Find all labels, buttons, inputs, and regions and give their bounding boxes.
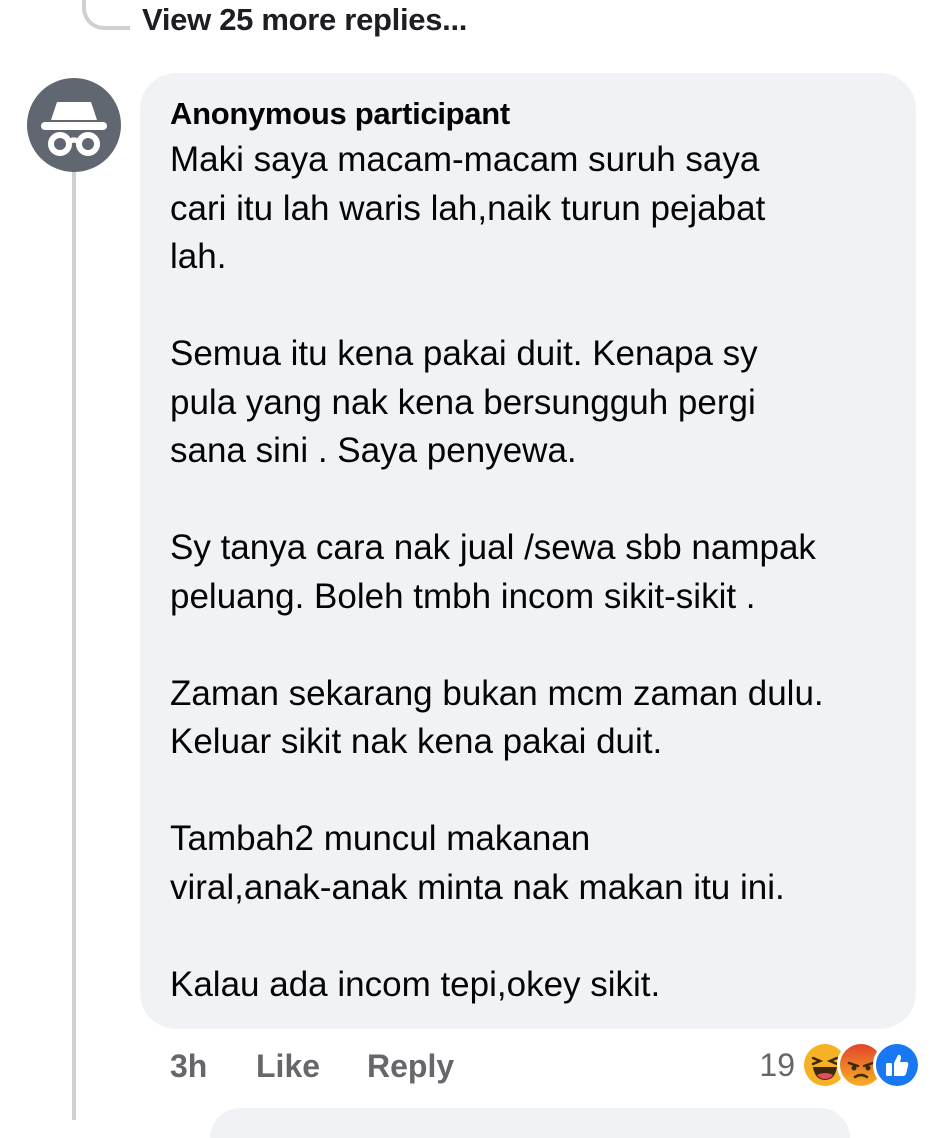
- comment-line: cari itu lah waris lah,naik turun pejaba…: [170, 188, 766, 228]
- comment-timestamp[interactable]: 3h: [170, 1048, 256, 1085]
- next-comment-bubble: [210, 1108, 850, 1138]
- comment-line: pula yang nak kena bersungguh pergi: [170, 382, 756, 422]
- comment-actions: 3h Like Reply: [170, 1044, 454, 1088]
- like-button[interactable]: Like: [256, 1048, 367, 1085]
- comment-line-blank: [170, 476, 892, 525]
- thread-connector: [82, 0, 130, 30]
- comment-line: Maki saya macam-macam suruh saya: [170, 140, 760, 179]
- comment-line: Semua itu kena pakai duit. Kenapa sy: [170, 334, 758, 373]
- comment-line: Tambah2 muncul makanan: [170, 819, 591, 858]
- comment-line: viral,anak-anak minta nak makan itu ini.: [170, 867, 785, 907]
- comment-line: Kalau ada incom tepi,okey sikit.: [170, 964, 661, 1004]
- comment-line-blank: [170, 282, 892, 331]
- comment-line: lah.: [170, 237, 227, 276]
- view-more-replies-link[interactable]: View 25 more replies...: [142, 2, 467, 38]
- comment-line: sana sini . Saya penyewa.: [170, 431, 577, 470]
- comment-line: peluang. Boleh tmbh incom sikit-sikit .: [170, 576, 756, 616]
- comment-line: Zaman sekarang bukan mcm zaman dulu.: [170, 673, 824, 713]
- comment-line-blank: [170, 621, 892, 670]
- comment-author[interactable]: Anonymous participant: [170, 95, 892, 133]
- comment-line-blank: [170, 912, 892, 961]
- comment-line: Sy tanya cara nak jual /sewa sbb nampak: [170, 528, 816, 567]
- thread-line: [72, 160, 76, 1120]
- incognito-icon[interactable]: [27, 78, 121, 172]
- like-icon: [873, 1041, 921, 1089]
- reaction-count: 19: [759, 1046, 795, 1083]
- comment-line: Keluar sikit nak kena pakai duit.: [170, 722, 663, 761]
- comment-text: Maki saya macam-macam suruh saya cari it…: [170, 136, 892, 1009]
- comment-line-blank: [170, 767, 892, 816]
- reaction-summary[interactable]: 19: [759, 1040, 921, 1090]
- comment-bubble: Anonymous participant Maki saya macam-ma…: [140, 73, 916, 1029]
- reply-button[interactable]: Reply: [367, 1048, 454, 1085]
- reaction-icons: [801, 1041, 921, 1089]
